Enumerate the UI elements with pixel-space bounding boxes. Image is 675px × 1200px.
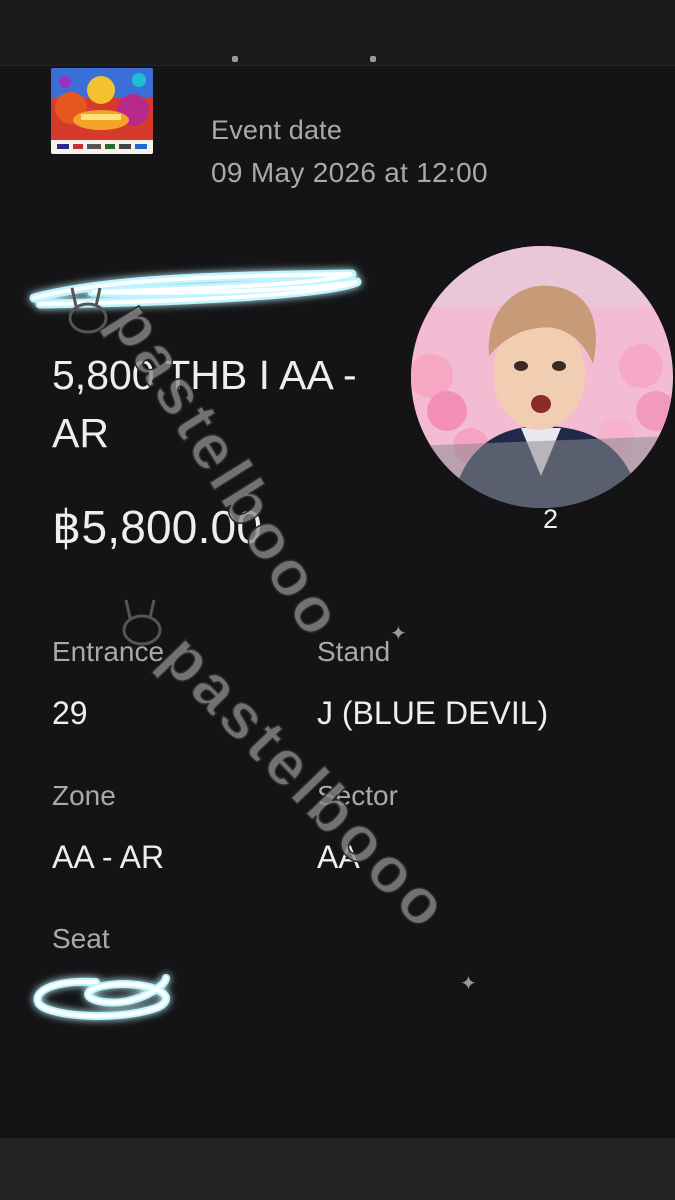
name-redaction-scribble <box>29 269 362 309</box>
sector-label: Sector <box>317 780 398 811</box>
bottom-bar <box>0 1138 675 1200</box>
ticket-price: ฿5,800.00 <box>52 501 263 553</box>
seat-label: Seat <box>52 923 110 954</box>
ticket-name: 5,800 THB I AA - AR <box>52 352 357 456</box>
seat-redaction-scribble <box>33 974 170 1020</box>
ticket-quantity: 2 <box>543 504 559 534</box>
sector-value: AA <box>317 839 360 875</box>
stand-label: Stand <box>317 636 391 667</box>
zone-value: AA - AR <box>52 839 165 875</box>
avatar-image <box>411 246 673 508</box>
watermark-text-1: pastelbooo <box>96 289 359 651</box>
zone-label: Zone <box>52 780 116 811</box>
top-header-bar <box>0 0 675 66</box>
event-date-label: Event date <box>211 115 343 145</box>
poster-image <box>51 68 153 154</box>
event-date-value: 09 May 2026 at 12:00 <box>211 157 488 188</box>
entrance-label: Entrance <box>52 636 165 667</box>
event-poster-thumbnail[interactable] <box>51 68 153 154</box>
sparkle-icon: ✦ <box>390 621 407 645</box>
entrance-value: 29 <box>52 695 88 731</box>
cropped-event-title <box>230 54 380 64</box>
watermark-text-2: pastelbooo <box>148 620 465 944</box>
stand-value: J (BLUE DEVIL) <box>317 695 549 731</box>
avatar-photo-sticker <box>411 246 673 508</box>
sparkle-icon: ✦ <box>460 971 477 995</box>
bunny-icon <box>68 287 108 334</box>
